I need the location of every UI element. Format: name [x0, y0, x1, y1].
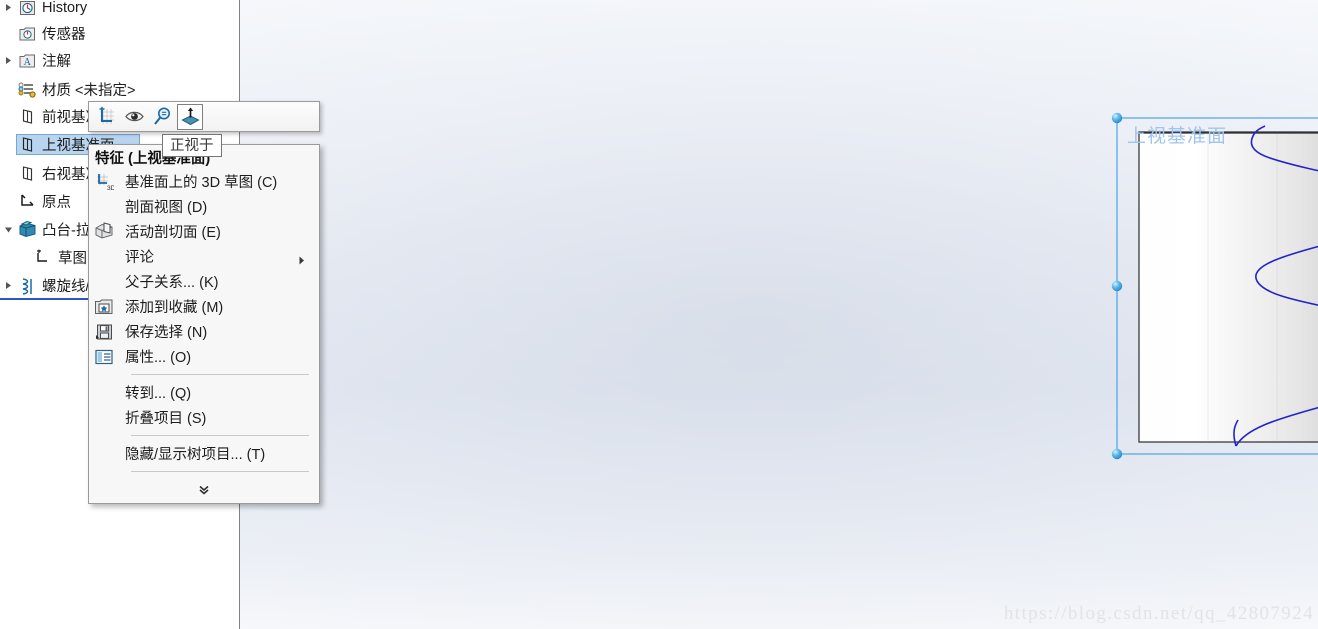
plane-icon	[16, 164, 38, 184]
watermark-text: https://blog.csdn.net/qq_42807924	[1003, 603, 1314, 624]
extrude-icon	[16, 220, 38, 240]
chevron-double-down-icon[interactable]	[89, 477, 319, 503]
menu-separator	[131, 374, 309, 375]
expand-arrow-icon[interactable]	[0, 49, 16, 72]
menu-item-label: 评论	[125, 250, 154, 266]
menu-separator	[131, 435, 309, 436]
eye-icon-button[interactable]	[121, 104, 147, 130]
save-icon	[89, 320, 119, 344]
no-icon	[89, 195, 119, 219]
tree-item-material[interactable]: 材质 <未指定>	[0, 78, 239, 101]
context-mini-toolbar[interactable]	[88, 101, 320, 132]
menu-item-label: 隐藏/显示树项目... (T)	[125, 447, 266, 463]
normal-to-icon-button[interactable]	[177, 103, 203, 130]
menu-item-section-view[interactable]: 剖面视图 (D)	[89, 194, 319, 219]
menu-separator	[131, 471, 309, 472]
menu-item-label: 活动剖切面 (E)	[125, 225, 221, 241]
magnifier-icon-button[interactable]	[149, 104, 175, 130]
history-icon	[16, 0, 38, 18]
no-icon	[89, 245, 119, 269]
menu-item-save-selection[interactable]: 保存选择 (N)	[89, 319, 319, 344]
plane-label: 上视基准面	[1127, 126, 1228, 147]
no-icon	[89, 442, 119, 466]
tree-item-sensors[interactable]: 传感器	[0, 22, 239, 45]
sketch3d-icon: 3D	[89, 170, 119, 194]
svg-text:A: A	[23, 57, 31, 68]
menu-item-label: 折叠项目 (S)	[125, 411, 207, 427]
sketch-icon	[32, 248, 54, 268]
helix-icon	[16, 276, 38, 296]
menu-item-live-section-plane[interactable]: 活动剖切面 (E)	[89, 219, 319, 244]
plane-icon	[16, 135, 38, 155]
properties-icon	[89, 345, 119, 369]
tree-item-label: 材质 <未指定>	[42, 83, 136, 99]
no-expander	[0, 246, 16, 269]
plane-icon	[16, 107, 38, 127]
sensor-icon	[16, 24, 38, 44]
no-expander	[0, 133, 16, 156]
graphics-viewport[interactable]: 上视基准面 https://blog.csdn.net/qq_42807924	[239, 0, 1318, 629]
menu-item-comment[interactable]: 评论	[89, 244, 319, 269]
tooltip: 正视于	[162, 134, 222, 157]
tree-item-label: 原点	[42, 195, 71, 211]
context-menu[interactable]: 特征 (上视基准面) 3D 基准面上的 3D 草图 (C) 剖面视图 (D) 活…	[88, 144, 320, 504]
menu-item-label: 属性... (O)	[125, 350, 192, 366]
chevron-right-icon	[299, 253, 305, 269]
selected-plane-graphic[interactable]: 上视基准面	[1105, 106, 1318, 466]
no-expander	[0, 162, 16, 185]
menu-item-add-to-favorites[interactable]: 添加到收藏 (M)	[89, 294, 319, 319]
no-icon	[89, 406, 119, 430]
material-icon	[16, 80, 38, 100]
solidworks-window: 上视基准面 https://blog.csdn.net/qq_42807924 …	[0, 0, 1318, 629]
no-icon	[89, 381, 119, 405]
menu-item-hide-show-tree-items[interactable]: 隐藏/显示树项目... (T)	[89, 441, 319, 466]
menu-item-label: 添加到收藏 (M)	[125, 300, 224, 316]
origin-icon	[16, 192, 38, 212]
no-expander	[0, 105, 16, 128]
expand-arrow-icon[interactable]	[0, 0, 16, 19]
menu-item-parent-child-relations[interactable]: 父子关系... (K)	[89, 269, 319, 294]
no-expander	[0, 190, 16, 213]
menu-item-properties[interactable]: 属性... (O)	[89, 344, 319, 369]
no-expander	[0, 22, 16, 45]
no-expander	[0, 78, 16, 101]
menu-item-go-to[interactable]: 转到... (Q)	[89, 380, 319, 405]
tree-item-history[interactable]: History	[0, 0, 239, 19]
tree-item-label: 传感器	[42, 27, 86, 43]
expand-arrow-icon[interactable]	[0, 274, 16, 297]
menu-item-label: 基准面上的 3D 草图 (C)	[125, 175, 278, 191]
menu-item-label: 剖面视图 (D)	[125, 200, 208, 216]
tree-item-label: 注解	[42, 54, 71, 70]
tree-item-label: History	[42, 0, 88, 16]
menu-item-collapse-items[interactable]: 折叠项目 (S)	[89, 405, 319, 430]
tree-item-annotations[interactable]: A 注解	[0, 49, 239, 72]
menu-item-label: 保存选择 (N)	[125, 325, 208, 341]
plane-svg	[1111, 112, 1318, 460]
no-icon	[89, 270, 119, 294]
annotation-icon: A	[16, 51, 38, 71]
svg-text:3D: 3D	[107, 185, 114, 191]
favorite-icon	[89, 295, 119, 319]
sketch-icon-button[interactable]	[93, 104, 119, 130]
section-icon	[89, 220, 119, 244]
collapse-arrow-icon[interactable]	[0, 218, 16, 241]
menu-item-label: 转到... (Q)	[125, 386, 192, 402]
menu-item-label: 父子关系... (K)	[125, 275, 219, 291]
menu-item-3d-sketch-on-plane[interactable]: 3D 基准面上的 3D 草图 (C)	[89, 169, 319, 194]
